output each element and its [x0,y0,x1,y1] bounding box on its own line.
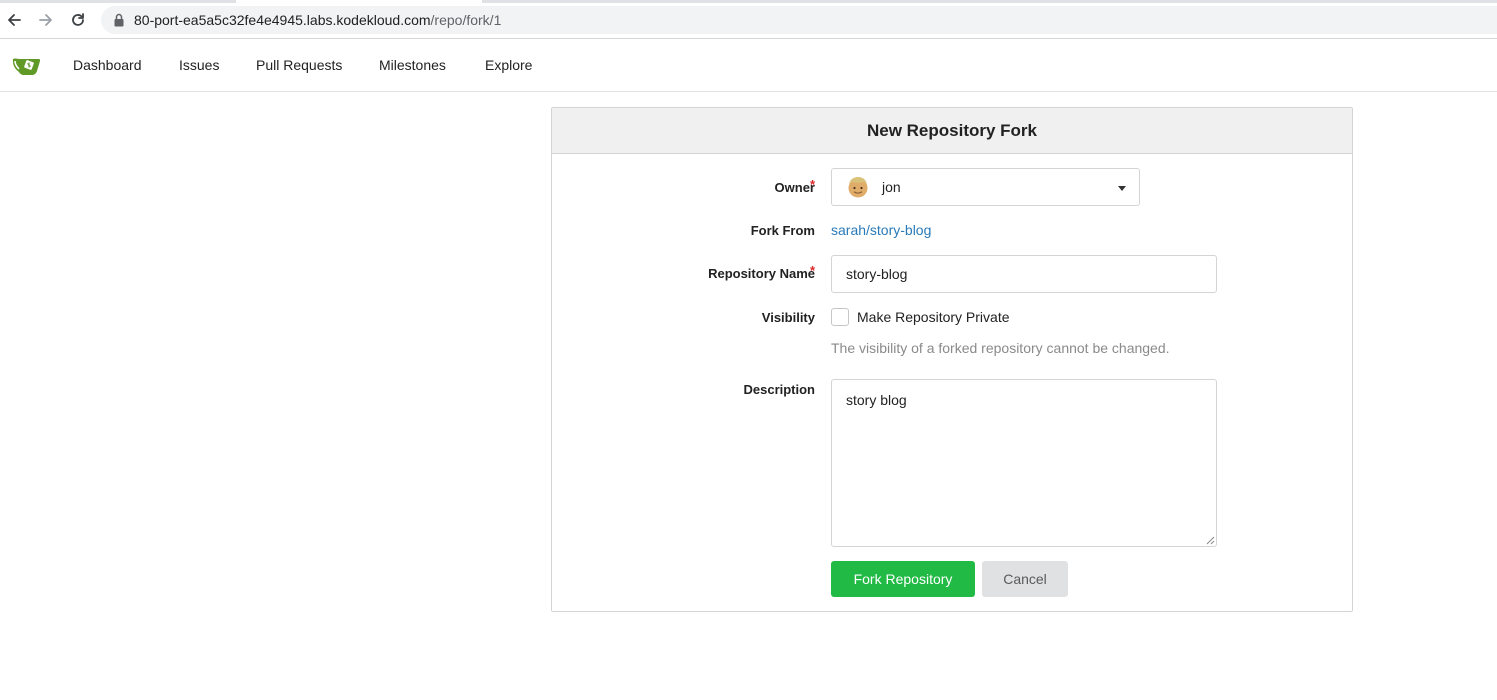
browser-toolbar: 80-port-ea5a5c32fe4e4945.labs.kodekloud.… [0,0,1497,39]
caret-down-icon[interactable] [1118,186,1126,191]
lock-icon[interactable] [114,13,124,27]
nav-pull-requests[interactable]: Pull Requests [256,57,342,74]
private-checkbox-label[interactable]: Make Repository Private [857,309,1010,325]
visibility-help-text: The visibility of a forked repository ca… [831,340,1170,356]
fork-source-link[interactable]: sarah/story-blog [831,222,931,238]
url-host: 80-port-ea5a5c32fe4e4945.labs.kodekloud.… [134,12,431,28]
reload-icon[interactable] [67,9,89,31]
repo-name-required-marker: * [810,263,816,278]
active-tab-indicator [236,0,482,3]
new-fork-form: New Repository Fork Owner * jon Fork Fro… [551,107,1353,612]
form-title: New Repository Fork [552,108,1352,154]
owner-value: jon [882,179,901,195]
resize-grip-icon[interactable] [1206,536,1215,545]
owner-avatar [848,177,868,198]
repo-name-label: Repository Name [708,266,815,281]
url-text[interactable]: 80-port-ea5a5c32fe4e4945.labs.kodekloud.… [134,12,501,28]
nav-explore[interactable]: Explore [485,57,532,74]
cancel-button[interactable]: Cancel [982,561,1068,597]
private-checkbox[interactable] [831,308,849,326]
url-path: /repo/fork/1 [430,12,502,28]
gitea-logo-icon[interactable] [12,54,42,76]
description-textarea[interactable]: story blog [831,379,1217,547]
owner-required-marker: * [810,177,816,192]
nav-milestones[interactable]: Milestones [379,57,446,74]
nav-issues[interactable]: Issues [179,57,219,74]
fork-repository-button[interactable]: Fork Repository [831,561,975,597]
owner-label: Owner [774,180,815,195]
repo-name-input[interactable] [831,255,1217,293]
fork-from-label: Fork From [750,223,815,238]
owner-dropdown[interactable]: jon [831,168,1140,206]
main-navbar: Dashboard Issues Pull Requests Milestone… [0,39,1497,92]
back-arrow-icon[interactable] [3,9,25,31]
forward-arrow-icon[interactable] [35,9,57,31]
nav-dashboard[interactable]: Dashboard [73,57,142,74]
visibility-label: Visibility [761,310,815,325]
address-bar[interactable]: 80-port-ea5a5c32fe4e4945.labs.kodekloud.… [101,6,1497,34]
description-label: Description [743,382,815,397]
tab-strip [0,0,1497,3]
